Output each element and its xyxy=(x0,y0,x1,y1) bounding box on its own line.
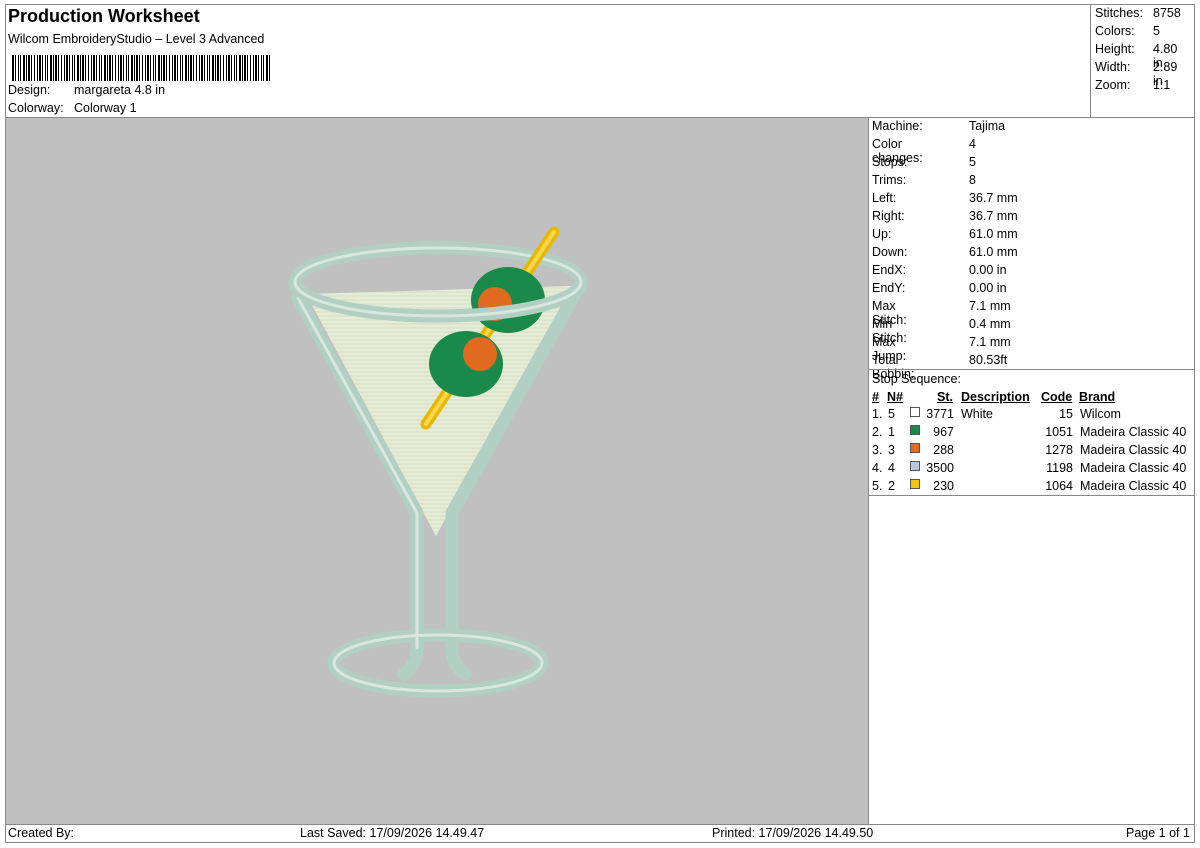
martini-glass-embroidery xyxy=(288,226,588,698)
table-row: 2. 1 Madeira Classic 40 967 1051 xyxy=(869,425,1195,443)
printed-date: Printed: 17/09/2026 14.49.50 xyxy=(712,826,874,840)
last-saved: Last Saved: 17/09/2026 14.49.47 xyxy=(300,826,485,840)
spec-value: 61.0 mm xyxy=(969,227,1018,241)
software-subtitle: Wilcom EmbroideryStudio – Level 3 Advanc… xyxy=(8,32,265,46)
needle-number: 3 xyxy=(888,443,895,457)
colors-label: Colors: xyxy=(1095,24,1135,38)
page-title: Production Worksheet xyxy=(8,6,200,26)
spec-label: Up: xyxy=(872,227,892,241)
stop-sequence-title: Stop Sequence: xyxy=(872,372,961,386)
spec-label: Stops: xyxy=(872,155,908,169)
barcode-image xyxy=(12,55,270,81)
stitch-count: 3500 xyxy=(926,461,954,475)
spec-value: 61.0 mm xyxy=(969,245,1018,259)
created-by: Created By: xyxy=(8,826,75,840)
stitch-count: 288 xyxy=(933,443,954,457)
footer-divider xyxy=(5,824,1195,825)
colorway-label: Colorway: xyxy=(8,101,64,115)
needle-number: 2 xyxy=(888,479,895,493)
spec-value: 5 xyxy=(969,155,976,169)
needle-number: 1 xyxy=(888,425,895,439)
spec-value: 36.7 mm xyxy=(969,209,1018,223)
spec-value: 0.00 in xyxy=(969,263,1007,277)
design-value: margareta 4.8 in xyxy=(74,83,166,97)
color-swatch xyxy=(910,425,920,435)
spec-label: EndX: xyxy=(872,263,907,277)
spec-label: EndY: xyxy=(872,281,906,295)
stitches-label: Stitches: xyxy=(1095,6,1143,20)
spec-value: 0.00 in xyxy=(969,281,1007,295)
table-row: 4. 4 Madeira Classic 40 3500 1198 xyxy=(869,461,1195,479)
width-label: Width: xyxy=(1095,60,1131,74)
thread-brand: Madeira Classic 40 xyxy=(1080,461,1187,475)
thread-brand: Madeira Classic 40 xyxy=(1080,425,1187,439)
spec-label: Machine: xyxy=(872,119,923,133)
needle-number: 4 xyxy=(888,461,895,475)
worksheet-header: Production Worksheet Wilcom EmbroiderySt… xyxy=(5,4,1090,117)
stitch-count: 230 xyxy=(933,479,954,493)
zoom-value: 1:1 xyxy=(1153,78,1171,92)
spec-value: 4 xyxy=(969,137,976,151)
col-header-st: St. xyxy=(937,390,953,404)
design-label: Design: xyxy=(8,83,51,97)
thread-code: 1278 xyxy=(1045,443,1073,457)
stitches-value: 8758 xyxy=(1153,6,1181,20)
row-number: 3. xyxy=(872,443,883,457)
row-number: 5. xyxy=(872,479,883,493)
color-swatch xyxy=(910,407,920,417)
row-number: 1. xyxy=(872,407,883,421)
page-number: Page 1 of 1 xyxy=(1126,826,1190,840)
spec-label: Right: xyxy=(872,209,905,223)
thread-brand: Madeira Classic 40 xyxy=(1080,479,1187,493)
spec-label: Down: xyxy=(872,245,908,259)
col-header-code: Code xyxy=(1041,390,1073,404)
needle-number: 5 xyxy=(888,407,895,421)
thread-brand: Madeira Classic 40 xyxy=(1080,443,1187,457)
table-divider xyxy=(869,495,1195,496)
thread-code: 1051 xyxy=(1045,425,1073,439)
thread-code: 1198 xyxy=(1046,461,1073,475)
col-header-n: N# xyxy=(887,390,903,404)
spec-label: Trims: xyxy=(872,173,907,187)
colorway-value: Colorway 1 xyxy=(74,101,137,115)
color-swatch xyxy=(910,461,920,471)
thread-brand: Wilcom xyxy=(1080,407,1121,421)
table-row: 1. 5 White Wilcom 3771 15 xyxy=(869,407,1195,425)
design-preview-canvas xyxy=(6,118,868,824)
thread-description: White xyxy=(961,407,993,421)
specs-divider xyxy=(869,369,1195,370)
height-label: Height: xyxy=(1095,42,1135,56)
spec-value: 8 xyxy=(969,173,976,187)
pimento-bottom xyxy=(463,337,497,371)
stitch-count: 3771 xyxy=(926,407,954,421)
col-header-num: # xyxy=(872,390,879,404)
spec-value: 0.4 mm xyxy=(969,317,1011,331)
color-swatch xyxy=(910,443,920,453)
spec-value: 7.1 mm xyxy=(969,299,1011,313)
spec-label: Left: xyxy=(872,191,897,205)
colors-value: 5 xyxy=(1153,24,1160,38)
design-summary: Stitches: 8758 Colors: 5 Height: 4.80 in Wi… xyxy=(1090,4,1195,117)
zoom-label: Zoom: xyxy=(1095,78,1131,92)
spec-value: 80.53ft xyxy=(969,353,1008,367)
spec-value: Tajima xyxy=(969,119,1006,133)
spec-value: 7.1 mm xyxy=(969,335,1011,349)
col-header-description: Description xyxy=(961,390,1030,404)
stitch-count: 967 xyxy=(933,425,954,439)
row-number: 2. xyxy=(872,425,883,439)
table-row: 3. 3 Madeira Classic 40 288 1278 xyxy=(869,443,1195,461)
row-number: 4. xyxy=(872,461,883,475)
thread-code: 1064 xyxy=(1045,479,1073,493)
color-swatch xyxy=(910,479,920,489)
thread-code: 15 xyxy=(1059,407,1073,421)
col-header-brand: Brand xyxy=(1079,390,1116,404)
spec-value: 36.7 mm xyxy=(969,191,1018,205)
